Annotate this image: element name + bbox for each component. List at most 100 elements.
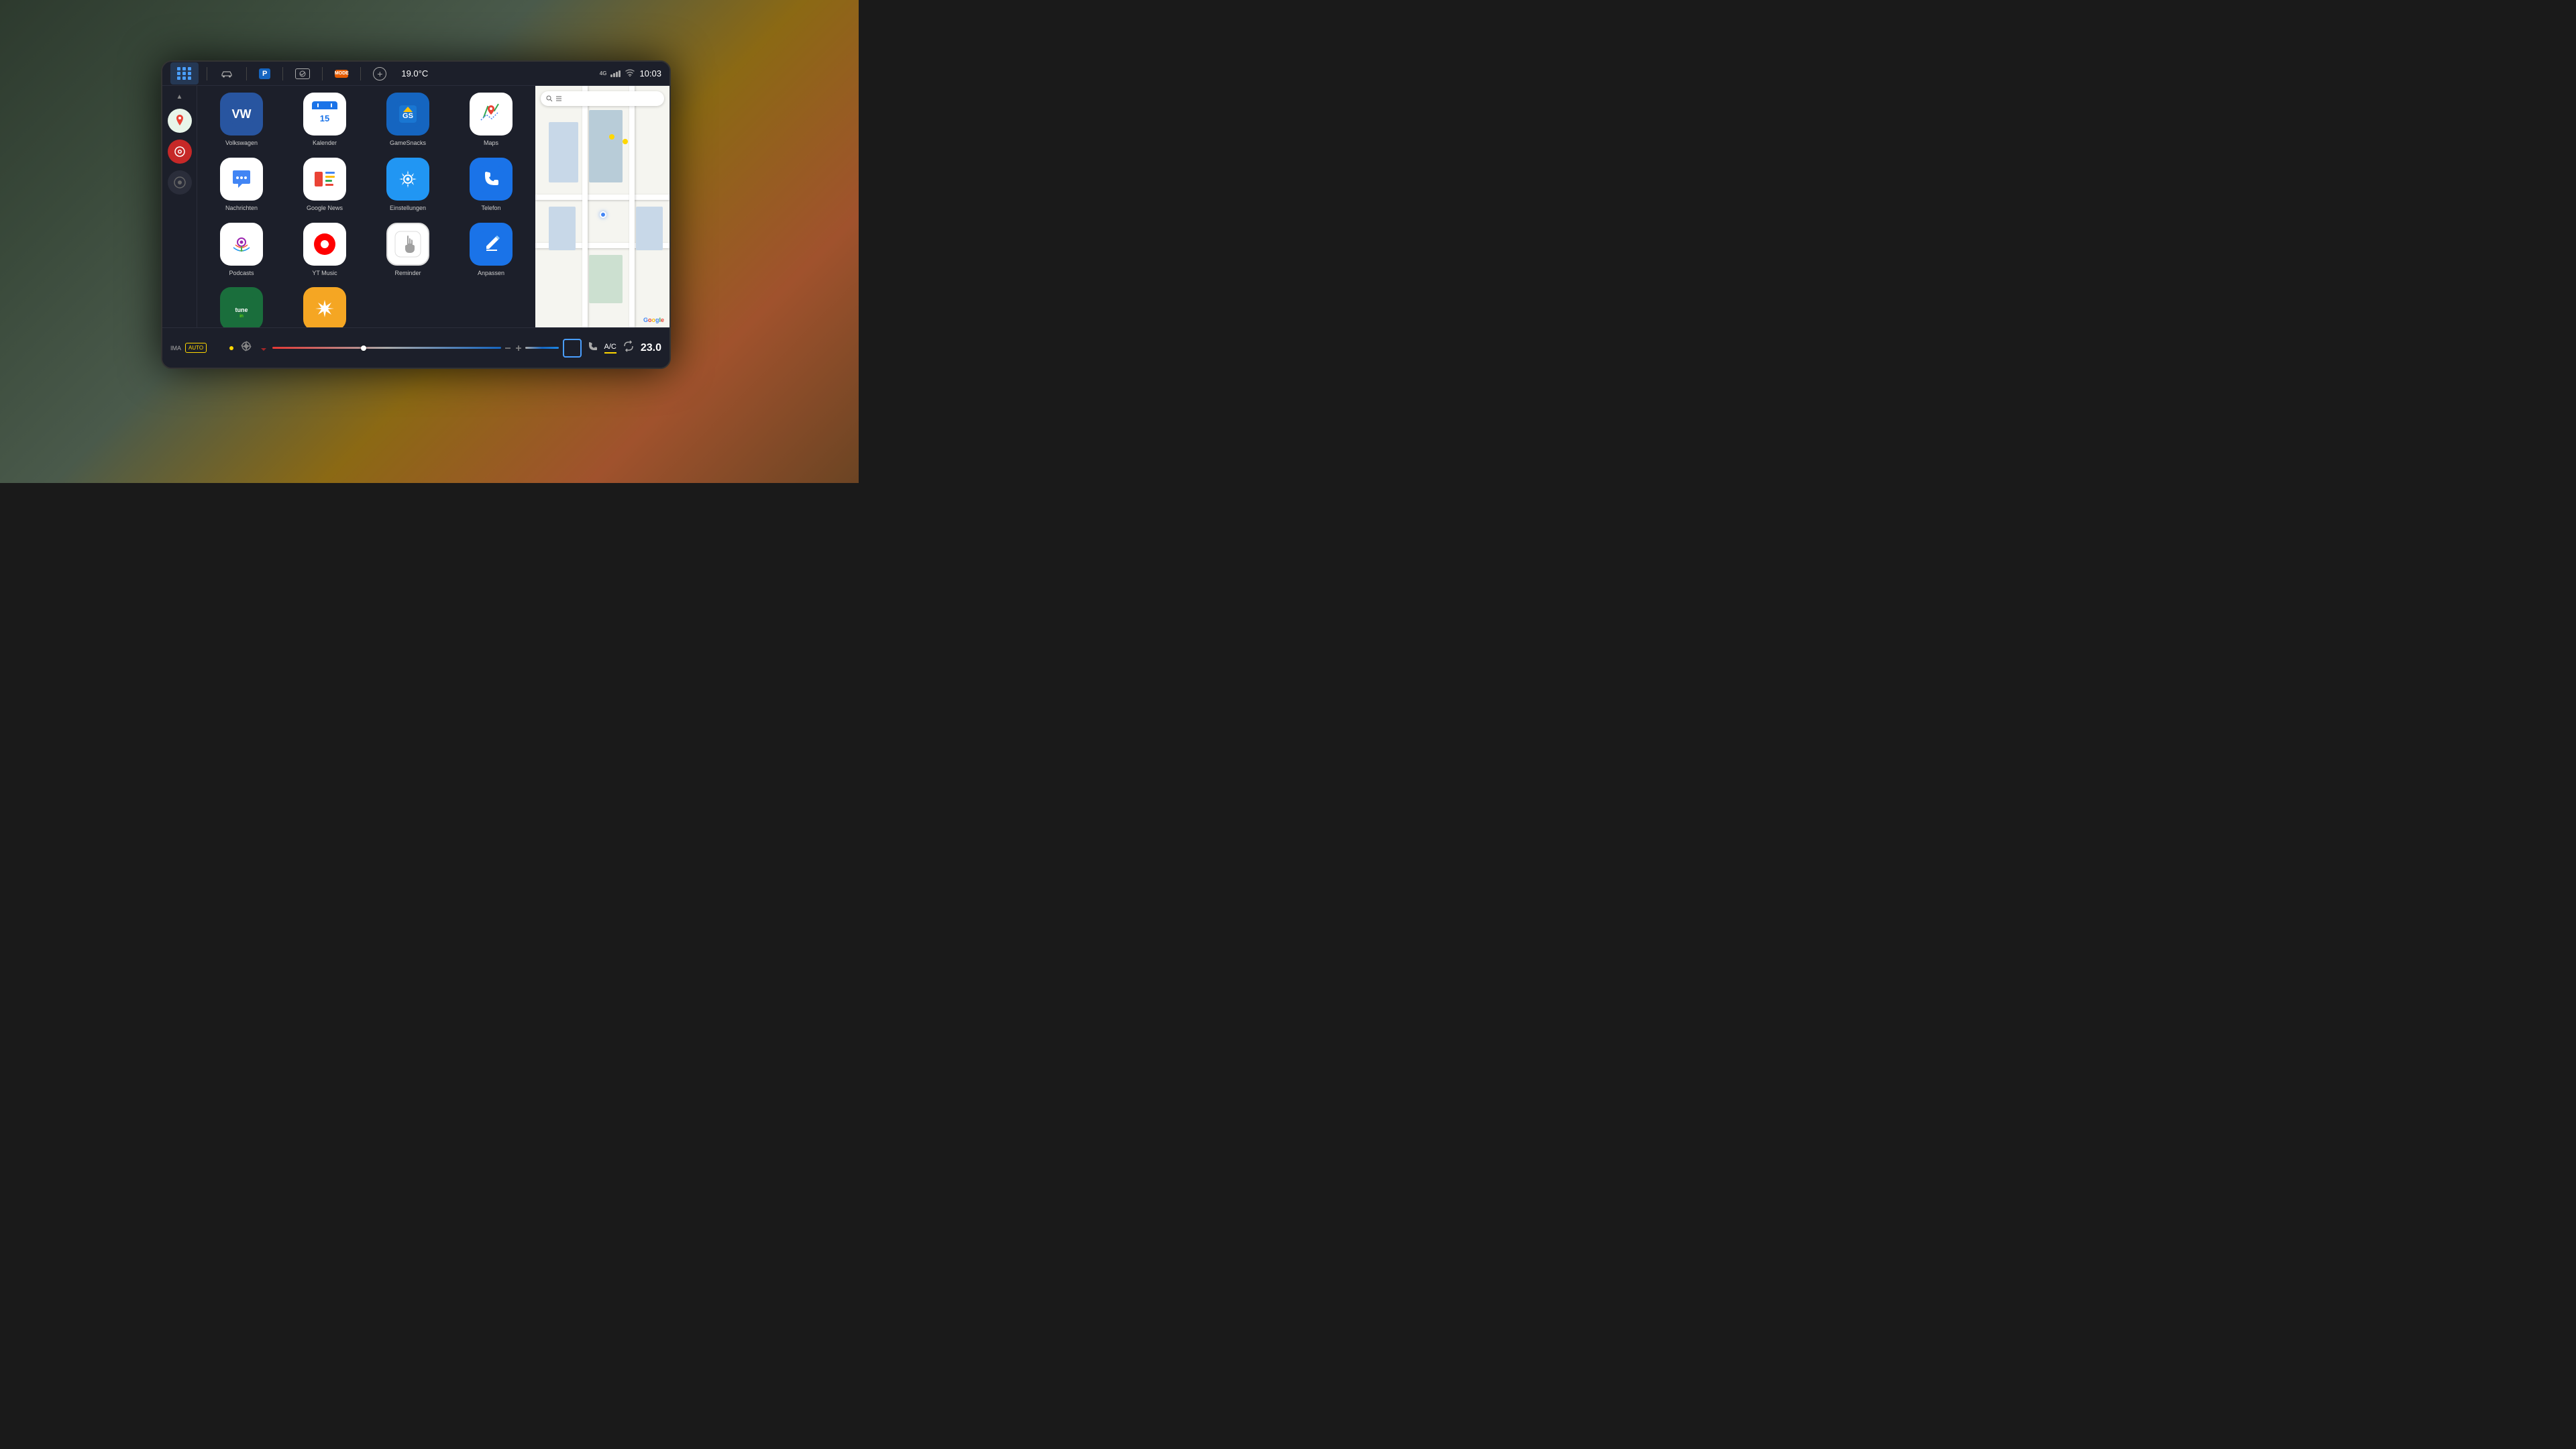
ac-label[interactable]: A/C — [604, 343, 616, 354]
media-button[interactable] — [563, 339, 582, 358]
grid-icon — [174, 64, 195, 83]
maps-label: Maps — [484, 140, 498, 147]
app-volkswagen[interactable]: VW Volkswagen — [203, 93, 280, 147]
yt-music-icon — [311, 230, 339, 258]
assist-icon — [295, 68, 310, 79]
app-placeholder-1 — [369, 287, 447, 327]
climate-bar: IMA AUTO — [162, 327, 669, 368]
maps-icon — [470, 93, 513, 136]
sidebar-other-icon[interactable] — [168, 170, 192, 195]
recirculate-button[interactable] — [622, 339, 635, 356]
app-kalender[interactable]: 15 Kalender — [286, 93, 364, 147]
app-telefon[interactable]: Telefon — [452, 158, 530, 212]
app-tunein[interactable]: tune in TuneIn — [203, 287, 280, 327]
maps-pin-icon — [172, 113, 187, 128]
map-yellow-dot-2 — [623, 139, 628, 144]
map-panel[interactable]: Google — [535, 86, 669, 327]
app-nachrichten[interactable]: Nachrichten — [203, 158, 280, 212]
gamesnacks-logo-icon: GS — [394, 100, 422, 128]
temp-bar — [272, 347, 501, 349]
podcasts-label: Podcasts — [229, 270, 254, 277]
car-icon — [219, 69, 234, 78]
parking-button[interactable]: P — [255, 66, 274, 81]
map-building-4 — [636, 207, 663, 250]
infotainment-screen: P MODE — [161, 60, 671, 369]
app-grid-extra: tune in TuneIn — [203, 287, 530, 327]
car-button[interactable] — [215, 67, 238, 80]
map-background — [535, 86, 669, 327]
telefon-label: Telefon — [481, 205, 500, 212]
anpassen-label: Anpassen — [478, 270, 504, 277]
mode-icon-group: MODE — [335, 70, 348, 78]
map-location-dot — [600, 211, 606, 218]
map-building-2 — [589, 110, 623, 182]
telefon-icon — [470, 158, 513, 201]
kalender-label: Kalender — [313, 140, 337, 147]
app-starburst[interactable] — [286, 287, 364, 327]
google-news-icon — [311, 165, 339, 193]
temp-slider-area — [258, 342, 559, 354]
scroll-up-button[interactable]: ▲ — [170, 91, 190, 102]
calendar-icon: 15 — [311, 100, 339, 128]
map-search-icon — [546, 95, 553, 102]
right-temp-bar — [525, 347, 559, 349]
wifi-signal-icon — [625, 68, 635, 76]
reminder-label: Reminder — [394, 270, 421, 277]
assist-button[interactable] — [291, 66, 314, 81]
messages-icon — [227, 165, 256, 193]
main-content: ▲ — [162, 86, 669, 327]
app-googlenews[interactable]: Google News — [286, 158, 364, 212]
separator-3 — [282, 67, 283, 80]
app-einstellungen[interactable]: Einstellungen — [369, 158, 447, 212]
climate-indicator-dot — [229, 346, 233, 350]
temperature-display: 19.0°C — [401, 68, 428, 78]
app-podcasts[interactable]: Podcasts — [203, 223, 280, 277]
sidebar: ▲ — [162, 86, 197, 327]
settings-icon — [394, 165, 422, 193]
starburst-icon — [303, 287, 346, 327]
separator-4 — [322, 67, 323, 80]
app-placeholder-2 — [452, 287, 530, 327]
app-maps[interactable]: Maps — [452, 93, 530, 147]
status-bar: P MODE — [162, 62, 669, 86]
sidebar-maps-icon[interactable] — [168, 109, 192, 133]
nachrichten-label: Nachrichten — [225, 205, 258, 212]
ytmusic-label: YT Music — [312, 270, 337, 277]
mode-label: MODE — [335, 71, 349, 76]
reminder-icon — [386, 223, 429, 266]
app-grid-button[interactable] — [170, 62, 199, 85]
fan-symbol-icon — [239, 339, 254, 354]
svg-text:tune: tune — [235, 307, 248, 313]
volkswagen-label: Volkswagen — [225, 140, 258, 147]
assist-shield-icon — [297, 70, 308, 78]
radio-icon — [172, 144, 187, 159]
gamesnacks-icon: GS — [386, 93, 429, 136]
kalender-icon: 15 — [303, 93, 346, 136]
climate-left: IMA AUTO — [170, 343, 224, 353]
svg-text:VW: VW — [232, 107, 252, 121]
slider-container — [272, 347, 501, 349]
add-button[interactable]: + — [369, 65, 390, 83]
einstellungen-label: Einstellungen — [390, 205, 426, 212]
other-app-icon — [173, 176, 186, 189]
googlenews-label: Google News — [307, 205, 343, 212]
app-reminder[interactable]: Reminder — [369, 223, 447, 277]
mode-button[interactable]: MODE — [331, 68, 352, 80]
googlenews-icon — [303, 158, 346, 201]
map-search-bar[interactable] — [541, 91, 664, 106]
map-building-1 — [549, 122, 578, 182]
lte-badge: 4G — [600, 70, 607, 76]
phone-icon — [477, 165, 505, 193]
climate-left-temp-label: IMA — [170, 345, 181, 352]
app-ytmusic[interactable]: YT Music — [286, 223, 364, 277]
volkswagen-icon: VW — [220, 93, 263, 136]
map-menu-icon — [555, 95, 563, 103]
fan-icon[interactable] — [239, 339, 254, 357]
app-anpassen[interactable]: Anpassen — [452, 223, 530, 277]
ytmusic-icon — [303, 223, 346, 266]
auto-button[interactable]: AUTO — [185, 343, 207, 353]
gamesnacks-label: GameSnacks — [390, 140, 426, 147]
sidebar-radio-icon[interactable] — [168, 140, 192, 164]
app-gamesnacks[interactable]: GS GameSnacks — [369, 93, 447, 147]
phone-button[interactable] — [586, 339, 599, 356]
